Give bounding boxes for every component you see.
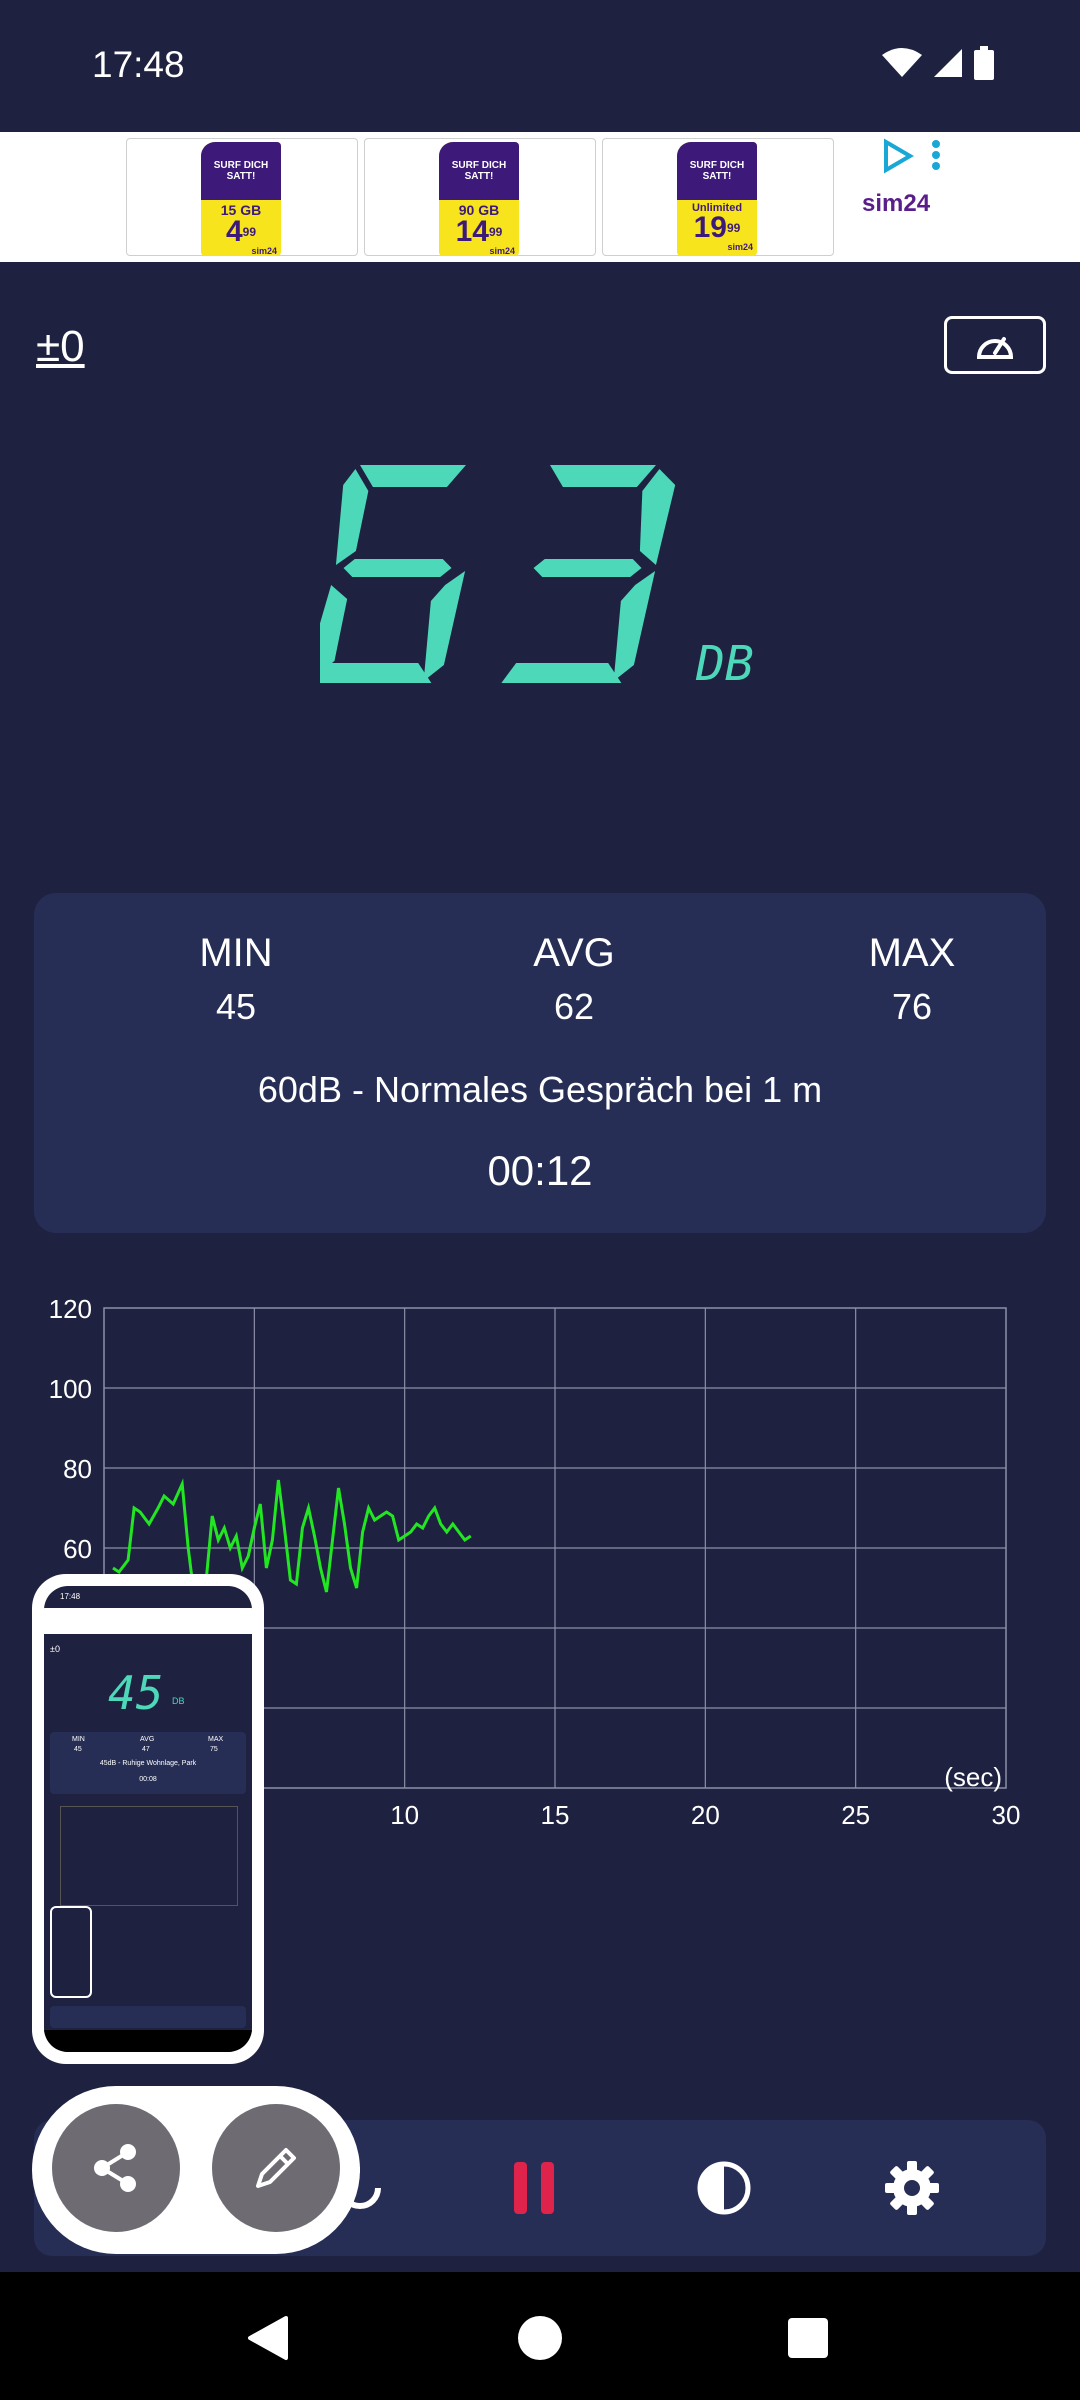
ad-card[interactable]: SURF DICH SATT! 15 GB 499 sim24 xyxy=(126,138,358,256)
min-stat: MIN 45 xyxy=(126,931,346,1028)
ad-price: 499 xyxy=(225,215,257,248)
ad-logo[interactable]: sim24 xyxy=(862,190,930,218)
preview-ad xyxy=(44,1608,252,1634)
segment-d xyxy=(501,663,622,683)
preview-reading: 45 xyxy=(108,1666,164,1720)
status-bar: 17:48 xyxy=(0,0,1080,132)
preview-avg-label: AVG xyxy=(140,1736,155,1743)
sim-card-image: SURF DICH SATT! 15 GB 499 sim24 xyxy=(201,142,281,256)
sim-card-image: SURF DICH SATT! Unlimited 1999 sim24 xyxy=(677,142,757,256)
digit-3 xyxy=(501,465,676,683)
preview-clock: 17:48 xyxy=(60,1592,81,1601)
pencil-icon xyxy=(256,2148,296,2188)
gear-icon xyxy=(885,2161,939,2215)
ad-tag: SURF DICH SATT! xyxy=(439,142,519,200)
segment-a xyxy=(360,465,466,487)
preview-controls xyxy=(50,2006,246,2028)
noise-description: 60dB - Normales Gespräch bei 1 m xyxy=(257,1069,823,1110)
preview-max-value: 75 xyxy=(210,1746,218,1753)
signal-icon xyxy=(934,49,962,77)
preview-min-label: MIN xyxy=(72,1736,85,1743)
ad-tag: SURF DICH SATT! xyxy=(201,142,281,200)
stats-panel: MIN 45 AVG 62 MAX 76 60dB - Normales Ges… xyxy=(34,893,1046,1233)
max-value: 76 xyxy=(891,986,933,1027)
decibel-unit: DB xyxy=(696,636,754,692)
settings-button[interactable] xyxy=(876,2152,948,2224)
ad-menu-icon[interactable] xyxy=(930,140,942,170)
x-tick-label: 10 xyxy=(390,1800,419,1830)
y-tick-label: 60 xyxy=(63,1534,92,1564)
pause-icon xyxy=(514,2162,554,2214)
avg-stat: AVG 62 xyxy=(464,931,684,1028)
preview-nested-thumbnail xyxy=(50,1906,92,1998)
contrast-icon xyxy=(697,2161,751,2215)
preview-calibration: ±0 xyxy=(50,1644,60,1654)
preview-unit: DB xyxy=(172,1696,185,1706)
segment-g xyxy=(533,559,642,577)
max-label: MAX xyxy=(868,931,956,975)
screenshot-preview[interactable]: 17:48 ±0 45 DB MIN 45 AVG 47 MAX 75 45dB… xyxy=(32,1574,264,2064)
pause-button[interactable] xyxy=(498,2152,570,2224)
x-tick-label: 15 xyxy=(541,1800,570,1830)
max-stat: MAX 76 xyxy=(802,931,1022,1028)
edit-button[interactable] xyxy=(212,2104,340,2232)
min-label: MIN xyxy=(199,931,273,975)
ad-price: 1499 xyxy=(455,215,503,248)
preview-nav xyxy=(44,2030,252,2052)
gauge-mode-button[interactable] xyxy=(944,316,1046,374)
avg-label: AVG xyxy=(533,931,615,975)
segment-g xyxy=(343,559,452,577)
ad-choices-icon[interactable] xyxy=(880,138,916,174)
min-value: 45 xyxy=(215,986,257,1027)
theme-toggle-button[interactable] xyxy=(688,2152,760,2224)
x-axis-label: (sec) xyxy=(944,1762,1002,1792)
share-icon xyxy=(94,2144,136,2192)
back-icon[interactable] xyxy=(246,2314,292,2362)
y-tick-label: 120 xyxy=(49,1294,92,1324)
avg-value: 62 xyxy=(553,986,595,1027)
screenshot-actions xyxy=(32,2086,360,2254)
sim-card-image: SURF DICH SATT! 90 GB 1499 sim24 xyxy=(439,142,519,256)
preview-avg-value: 47 xyxy=(142,1746,150,1753)
wifi-icon xyxy=(882,48,922,77)
digit-6 xyxy=(320,465,466,683)
system-navigation-bar xyxy=(0,2272,1080,2400)
segment-c xyxy=(613,571,656,681)
clock: 17:48 xyxy=(92,44,185,85)
preview-timer: 00:08 xyxy=(139,1776,157,1783)
preview-max-label: MAX xyxy=(208,1736,224,1743)
preview-description: 45dB - Ruhige Wohnlage, Park xyxy=(99,1760,197,1767)
screenshot-preview-content: 17:48 ±0 45 DB MIN 45 AVG 47 MAX 75 45dB… xyxy=(44,1586,252,2052)
home-icon[interactable] xyxy=(516,2314,564,2362)
ad-card[interactable]: SURF DICH SATT! Unlimited 1999 sim24 xyxy=(602,138,834,256)
segment-a xyxy=(550,465,656,487)
elapsed-timer: 00:12 xyxy=(487,1147,593,1194)
status-icons xyxy=(882,46,994,80)
share-button[interactable] xyxy=(52,2104,180,2232)
preview-stats: MIN 45 AVG 47 MAX 75 45dB - Ruhige Wohnl… xyxy=(50,1732,246,1794)
segment-d xyxy=(320,663,432,683)
speedometer-icon xyxy=(976,337,1014,359)
preview-min-value: 45 xyxy=(74,1746,82,1753)
ad-tag: SURF DICH SATT! xyxy=(677,142,757,200)
ad-card[interactable]: SURF DICH SATT! 90 GB 1499 sim24 xyxy=(364,138,596,256)
segment-c xyxy=(423,571,466,681)
x-tick-label: 20 xyxy=(691,1800,720,1830)
segment-f xyxy=(335,469,369,565)
decibel-reading xyxy=(320,465,676,683)
battery-icon xyxy=(974,46,994,80)
preview-chart xyxy=(60,1806,238,1906)
y-tick-label: 100 xyxy=(49,1374,92,1404)
calibration-offset[interactable]: ±0 xyxy=(36,322,85,372)
x-tick-label: 25 xyxy=(841,1800,870,1830)
x-tick-label: 30 xyxy=(992,1800,1021,1830)
recents-icon[interactable] xyxy=(786,2316,830,2360)
y-tick-label: 80 xyxy=(63,1454,92,1484)
ad-price: 1999 xyxy=(693,211,741,244)
